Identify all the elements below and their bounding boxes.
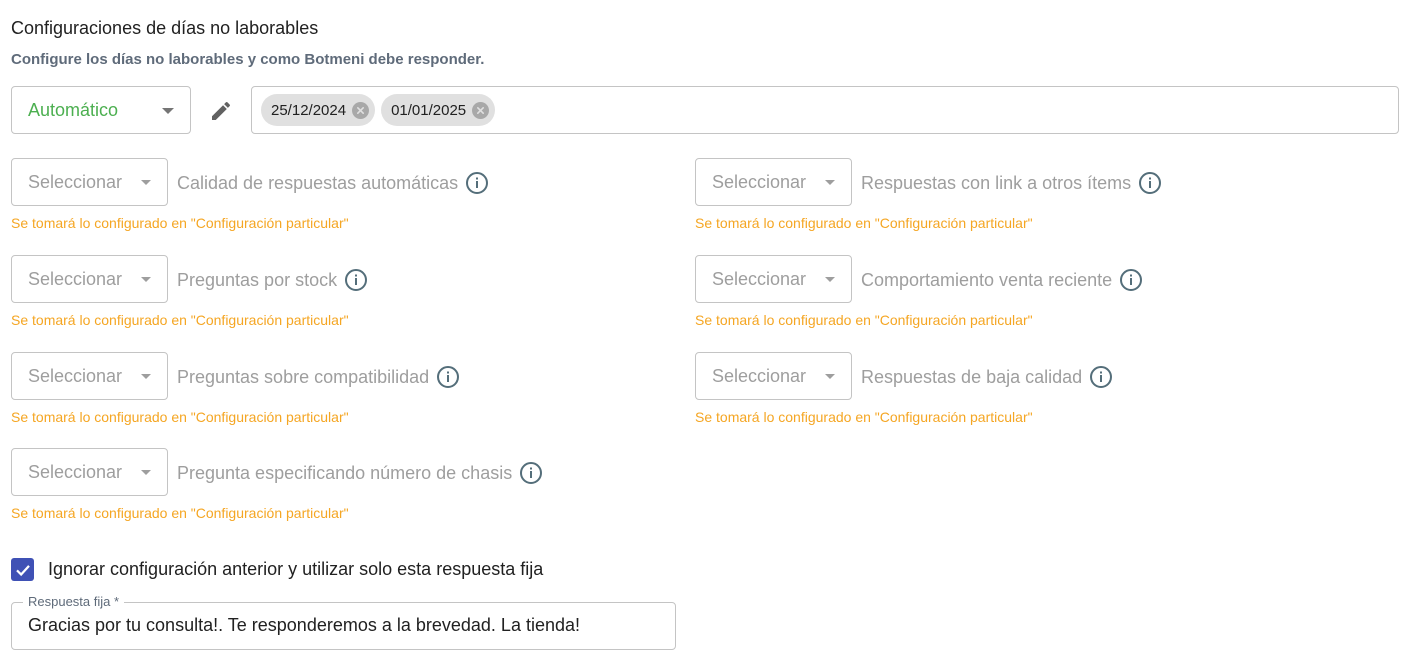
setting-label: Preguntas por stock	[177, 269, 338, 290]
date-chip[interactable]: 01/01/2025	[381, 94, 496, 126]
chevron-down-icon	[141, 374, 151, 379]
info-icon[interactable]	[436, 365, 460, 389]
fixed-response-legend: Respuesta fija *	[23, 594, 125, 609]
setting-select[interactable]: Seleccionar	[695, 158, 852, 206]
setting-label-wrap: Calidad de respuestas automáticas	[177, 171, 489, 195]
info-icon[interactable]	[1119, 268, 1143, 292]
chevron-down-icon	[825, 277, 835, 282]
setting-label: Pregunta especificando número de chasis	[177, 462, 513, 483]
ignore-config-label: Ignorar configuración anterior y utiliza…	[48, 559, 544, 579]
info-icon[interactable]	[519, 461, 543, 485]
info-icon[interactable]	[465, 171, 489, 195]
info-icon[interactable]	[1138, 171, 1162, 195]
chevron-down-icon	[141, 180, 151, 185]
page-subtitle: Configure los días no laborables y como …	[11, 51, 485, 68]
chevron-down-icon	[825, 180, 835, 185]
chevron-down-icon	[162, 108, 174, 114]
setting-note: Se tomará lo configurado en "Configuraci…	[11, 312, 349, 328]
setting-select-placeholder: Seleccionar	[28, 268, 123, 289]
dates-input[interactable]: 25/12/2024 01/01/2025	[251, 86, 1399, 134]
setting-note: Se tomará lo configurado en "Configuraci…	[695, 312, 1033, 328]
remove-date-icon[interactable]	[352, 101, 370, 119]
setting-label-wrap: Pregunta especificando número de chasis	[177, 461, 543, 485]
date-chip-label: 01/01/2025	[391, 101, 467, 119]
setting-note: Se tomará lo configurado en "Configuraci…	[695, 215, 1033, 231]
setting-label-wrap: Comportamiento venta reciente	[861, 268, 1143, 292]
setting-note: Se tomará lo configurado en "Configuraci…	[11, 215, 349, 231]
setting-select[interactable]: Seleccionar	[695, 352, 852, 400]
ignore-config-checkbox[interactable]	[11, 558, 34, 581]
ignore-config-row: Ignorar configuración anterior y utiliza…	[11, 558, 543, 581]
setting-note: Se tomará lo configurado en "Configuraci…	[11, 505, 349, 521]
mode-select-value: Automático	[28, 99, 119, 120]
setting-select-placeholder: Seleccionar	[28, 171, 123, 192]
setting-note: Se tomará lo configurado en "Configuraci…	[11, 409, 349, 425]
chevron-down-icon	[141, 277, 151, 282]
setting-select[interactable]: Seleccionar	[695, 255, 852, 303]
setting-select[interactable]: Seleccionar	[11, 255, 168, 303]
setting-select-placeholder: Seleccionar	[712, 365, 807, 386]
fixed-response-field[interactable]: Respuesta fija * Gracias por tu consulta…	[11, 594, 676, 650]
setting-select[interactable]: Seleccionar	[11, 448, 168, 496]
setting-label: Preguntas sobre compatibilidad	[177, 366, 430, 387]
remove-date-icon[interactable]	[472, 101, 490, 119]
setting-select-placeholder: Seleccionar	[28, 365, 123, 386]
setting-label-wrap: Respuestas de baja calidad	[861, 365, 1113, 389]
setting-select-placeholder: Seleccionar	[712, 268, 807, 289]
fixed-response-input[interactable]: Gracias por tu consulta!. Te responderem…	[28, 615, 580, 636]
date-chip[interactable]: 25/12/2024	[261, 94, 376, 126]
setting-label: Calidad de respuestas automáticas	[177, 172, 459, 193]
setting-select[interactable]: Seleccionar	[11, 352, 168, 400]
mode-select[interactable]: Automático	[11, 86, 191, 134]
page-title: Configuraciones de días no laborables	[11, 18, 319, 38]
date-chip-label: 25/12/2024	[271, 101, 347, 119]
setting-select-placeholder: Seleccionar	[28, 461, 123, 482]
setting-label-wrap: Respuestas con link a otros ítems	[861, 171, 1162, 195]
setting-label: Comportamiento venta reciente	[861, 269, 1113, 290]
chevron-down-icon	[825, 374, 835, 379]
setting-label: Respuestas con link a otros ítems	[861, 172, 1132, 193]
chevron-down-icon	[141, 470, 151, 475]
setting-note: Se tomará lo configurado en "Configuraci…	[695, 409, 1033, 425]
edit-dates-button[interactable]	[205, 95, 237, 127]
info-icon[interactable]	[1089, 365, 1113, 389]
setting-label-wrap: Preguntas sobre compatibilidad	[177, 365, 460, 389]
check-icon	[15, 564, 30, 576]
setting-label: Respuestas de baja calidad	[861, 366, 1083, 387]
pencil-icon	[212, 101, 231, 120]
info-icon[interactable]	[344, 268, 368, 292]
setting-select-placeholder: Seleccionar	[712, 171, 807, 192]
setting-select[interactable]: Seleccionar	[11, 158, 168, 206]
setting-label-wrap: Preguntas por stock	[177, 268, 368, 292]
